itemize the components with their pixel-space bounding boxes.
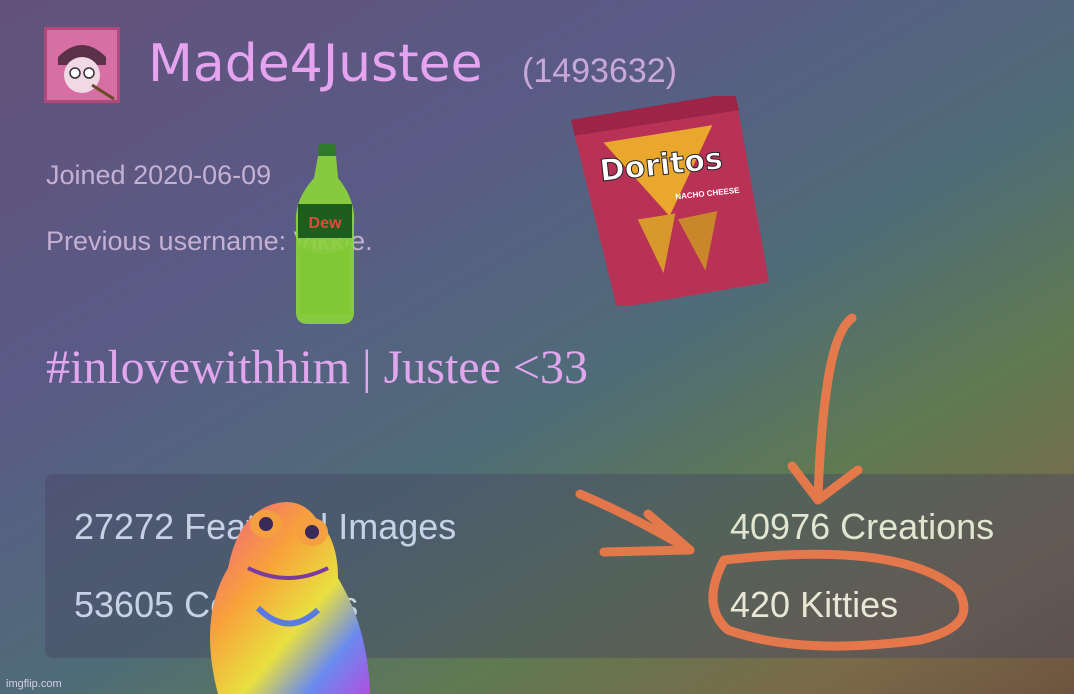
arrow-right-head bbox=[599, 509, 695, 557]
watermark: imgflip.com bbox=[6, 678, 62, 690]
annotation-arrows bbox=[575, 313, 969, 651]
arrow-down-head bbox=[787, 461, 863, 505]
kitties-circle bbox=[708, 549, 969, 651]
